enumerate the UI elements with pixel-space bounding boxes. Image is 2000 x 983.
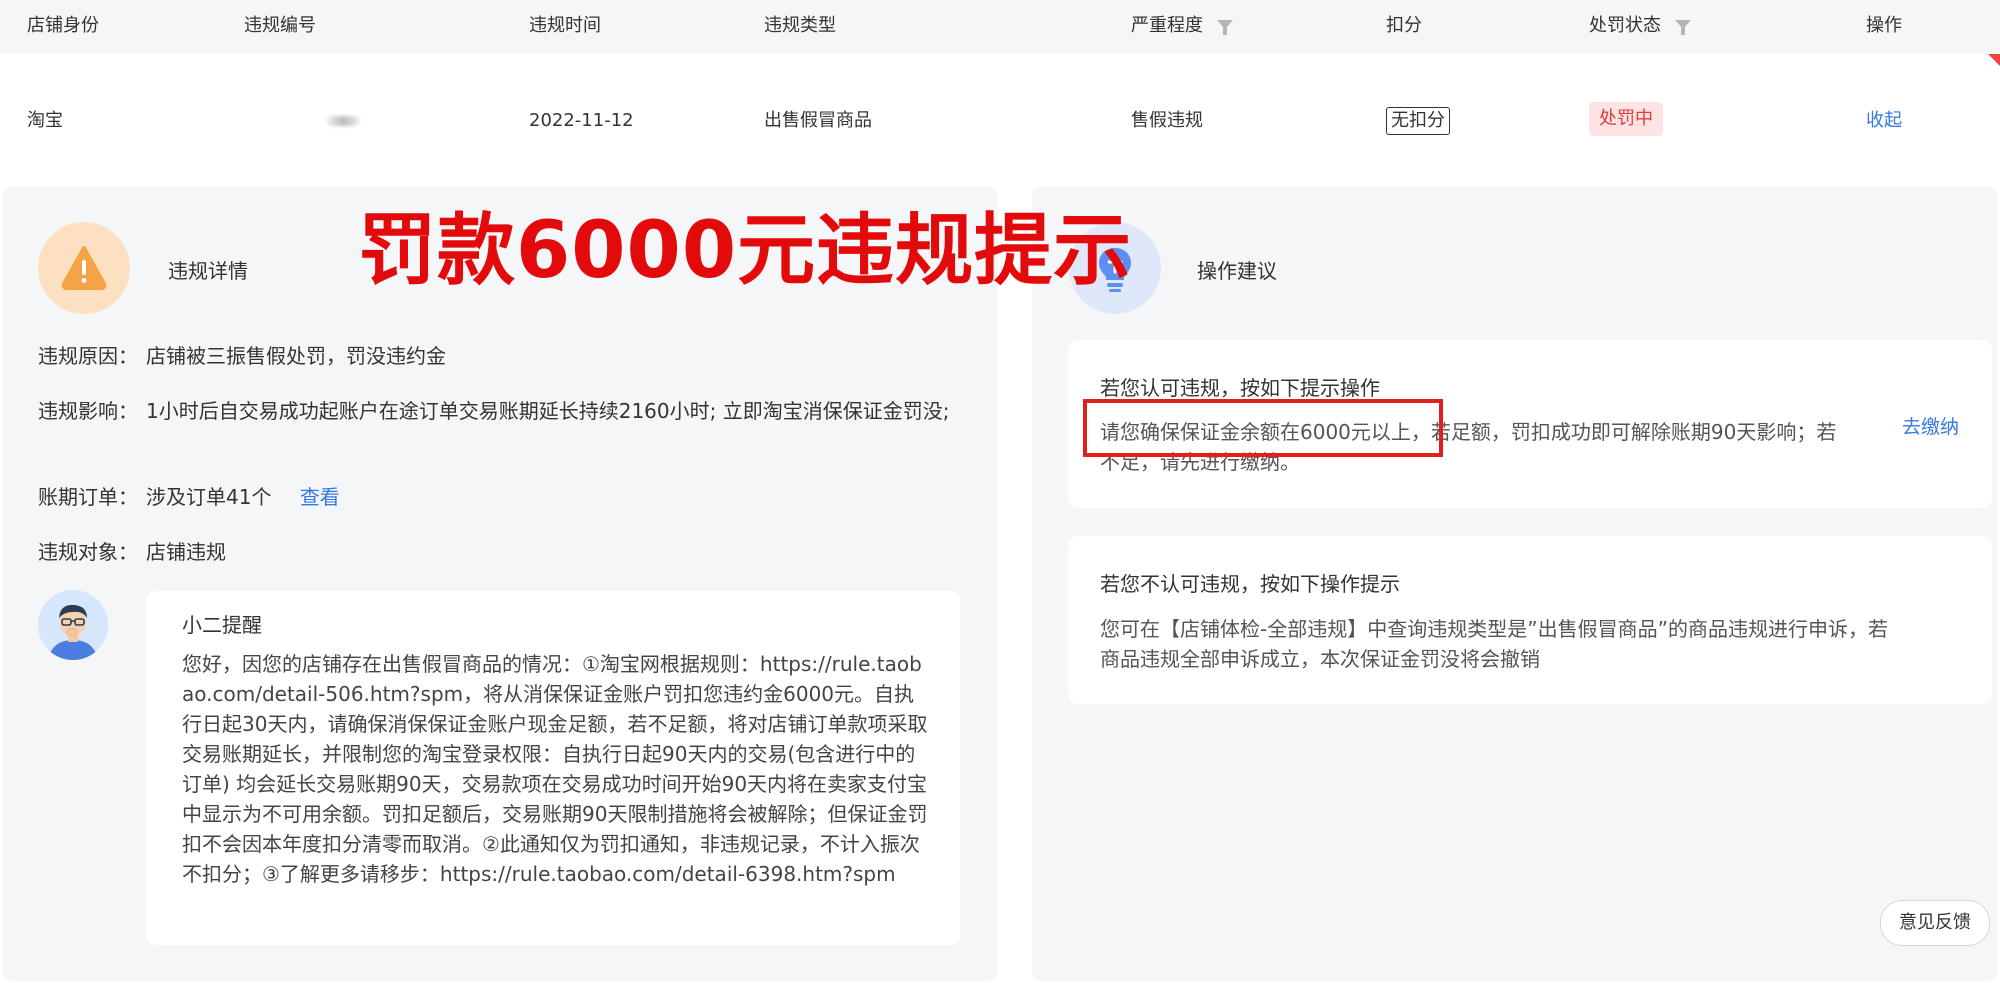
reminder-title: 小二提醒 — [182, 613, 262, 637]
warning-triangle-icon — [38, 222, 130, 314]
col-penalty-status: 处罚状态 — [1589, 0, 1691, 54]
impact-value: 1小时后自交易成功起账户在途订单交易账期延长持续2160小时; 立即淘宝消保保证… — [146, 399, 950, 423]
reminder-text: 您好，因您的店铺存在出售假冒商品的情况：①淘宝网根据规则：https://rul… — [182, 652, 928, 886]
dispute-title: 若您不认可违规，按如下操作提示 — [1100, 572, 1400, 596]
dispute-violation-card: 若您不认可违规，按如下操作提示 您可在【店铺体检-全部违规】中查询违规类型是”出… — [1068, 536, 1992, 704]
accept-title: 若您认可违规，按如下提示操作 — [1100, 376, 1380, 400]
collapse-link[interactable]: 收起 — [1866, 106, 1902, 136]
col-violation-type: 违规类型 — [764, 15, 836, 36]
cell-shop-identity: 淘宝 — [27, 110, 63, 131]
fine-warning-banner: 罚款6000元违规提示 — [358, 206, 1133, 296]
orders-value: 涉及订单41个 — [146, 485, 272, 509]
reason-value: 店铺被三振售假处罚，罚没违约金 — [146, 344, 446, 368]
accept-violation-card: 若您认可违规，按如下提示操作 请您确保保证金余额在6000元以上，若足额，罚扣成… — [1068, 340, 1992, 508]
col-actions: 操作 — [1866, 15, 1902, 36]
cell-deduction: 无扣分 — [1386, 106, 1450, 136]
assistant-avatar — [38, 590, 108, 660]
assistant-reminder-card: 小二提醒 您好，因您的店铺存在出售假冒商品的情况：①淘宝网根据规则：https:… — [146, 591, 960, 945]
corner-marker — [1988, 54, 2000, 66]
col-violation-id: 违规编号 — [244, 15, 316, 36]
col-severity: 严重程度 — [1131, 0, 1233, 54]
cell-violation-type: 出售假冒商品 — [764, 110, 872, 131]
col-violation-time: 违规时间 — [529, 15, 601, 36]
filter-icon[interactable] — [1217, 19, 1233, 35]
target-value: 店铺违规 — [146, 540, 226, 564]
col-penalty-status-label: 处罚状态 — [1589, 15, 1661, 36]
deduction-tag: 无扣分 — [1386, 107, 1450, 135]
cell-violation-id — [326, 106, 360, 136]
suggestion-title: 操作建议 — [1197, 259, 1277, 283]
violation-detail-title: 违规详情 — [168, 259, 248, 283]
dispute-text: 您可在【店铺体检-全部违规】中查询违规类型是”出售假冒商品”的商品违规进行申诉，… — [1100, 617, 1888, 671]
table-header: 店铺身份 违规编号 违规时间 违规类型 严重程度 扣分 处罚状态 操作 — [0, 0, 2000, 54]
target-label: 违规对象： — [38, 540, 138, 564]
cell-severity: 售假违规 — [1131, 110, 1203, 131]
redacted-id — [326, 116, 360, 126]
violation-impact: 违规影响： 1小时后自交易成功起账户在途订单交易账期延长持续2160小时; 立即… — [38, 396, 968, 458]
table-row: 淘宝 2022-11-12 出售假冒商品 售假违规 无扣分 处罚中 收起 — [0, 54, 2000, 186]
orders-value-wrap: 涉及订单41个 查看 — [146, 482, 340, 512]
cell-violation-time: 2022-11-12 — [529, 110, 634, 131]
reason-label: 违规原因： — [38, 344, 138, 368]
status-badge: 处罚中 — [1589, 102, 1663, 136]
pay-link[interactable]: 去缴纳 — [1902, 412, 1959, 439]
col-severity-label: 严重程度 — [1131, 15, 1203, 36]
billing-orders: 账期订单： 涉及订单41个 查看 — [38, 482, 978, 514]
view-orders-link[interactable]: 查看 — [300, 485, 340, 509]
orders-label: 账期订单： — [38, 485, 138, 509]
feedback-button[interactable]: 意见反馈 — [1880, 900, 1990, 946]
violation-target: 违规对象： 店铺违规 — [38, 537, 978, 569]
col-shop-identity: 店铺身份 — [27, 15, 99, 36]
filter-icon[interactable] — [1675, 19, 1691, 35]
violation-reason: 违规原因： 店铺被三振售假处罚，罚没违约金 — [38, 341, 978, 373]
impact-label: 违规影响： — [38, 399, 138, 423]
col-deduction: 扣分 — [1386, 15, 1422, 36]
cell-penalty-status: 处罚中 — [1589, 102, 1663, 136]
accept-text: 请您确保保证金余额在6000元以上，若足额，罚扣成功即可解除账期90天影响；若不… — [1100, 420, 1837, 474]
